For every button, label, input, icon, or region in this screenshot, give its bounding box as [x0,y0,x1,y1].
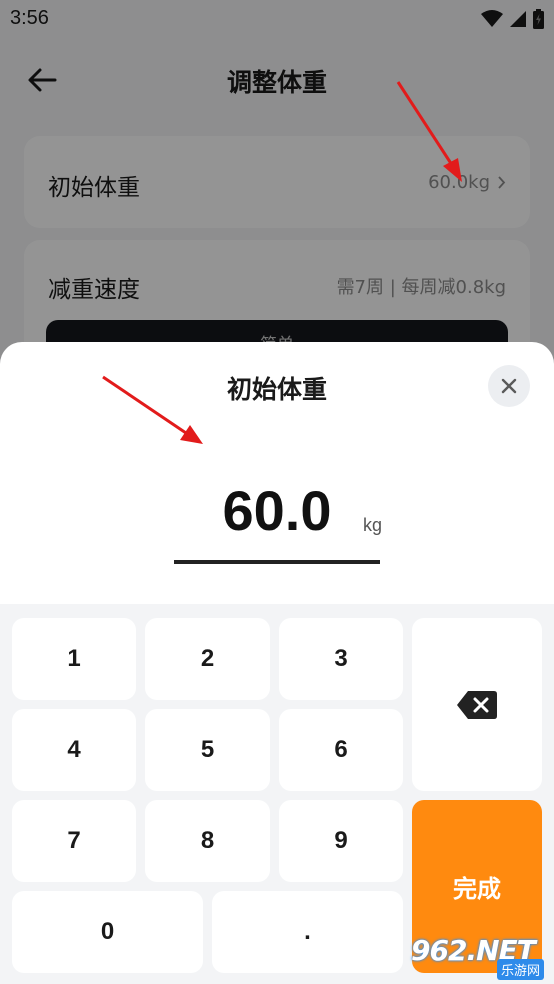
key-6[interactable]: 6 [279,709,403,791]
numeric-keypad: 1 2 3 4 5 6 7 8 9 0 . 完成 [0,604,554,984]
sheet-title: 初始体重 [226,375,327,404]
key-2[interactable]: 2 [145,618,270,700]
weight-value: 60.0 [222,479,332,542]
key-8[interactable]: 8 [145,800,270,882]
key-5[interactable]: 5 [145,709,270,791]
backspace-key[interactable] [412,618,542,791]
key-9[interactable]: 9 [279,800,403,882]
key-4[interactable]: 4 [12,709,136,791]
weight-value-display: 60.0 kg [174,474,382,564]
initial-weight-sheet: 初始体重 60.0 kg 1 2 3 4 5 6 7 8 9 0 . 完成 96… [0,342,554,984]
watermark-sub: 乐游网 [496,959,544,980]
key-0[interactable]: 0 [12,891,203,973]
weight-unit: kg [362,515,382,535]
key-7[interactable]: 7 [12,800,136,882]
close-icon [501,378,517,394]
key-3[interactable]: 3 [279,618,403,700]
backspace-icon [457,690,497,719]
key-1[interactable]: 1 [12,618,136,700]
done-label: 完成 [453,876,501,903]
watermark-logo: 962.NET 乐游网 [411,934,546,980]
key-decimal[interactable]: . [212,891,403,973]
close-button[interactable] [488,365,530,407]
